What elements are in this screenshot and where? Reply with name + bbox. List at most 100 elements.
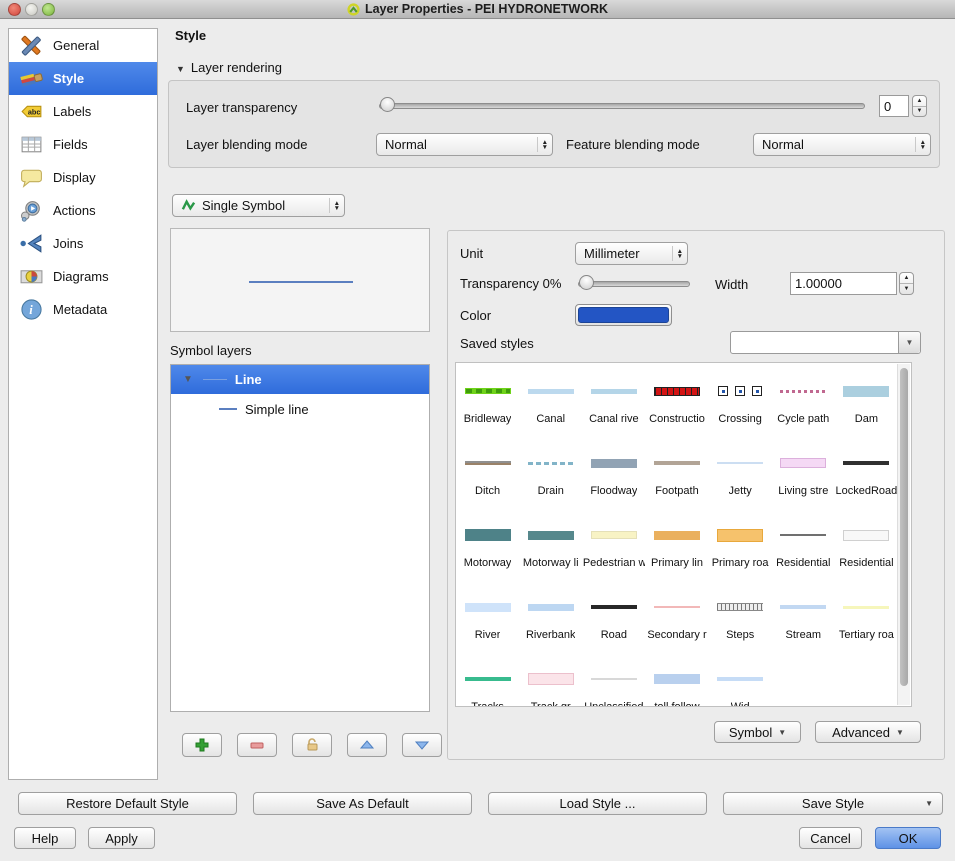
style-library-grid: Bridleway Canal Canal rive Constructio Cross… — [455, 362, 912, 707]
sidebar-item-metadata[interactable]: iMetadata — [9, 293, 157, 326]
style-item[interactable]: Road — [582, 585, 645, 657]
close-window-icon[interactable] — [8, 3, 21, 16]
style-item[interactable]: Motorway — [456, 513, 519, 585]
apply-button[interactable]: Apply — [88, 827, 155, 849]
style-swatch-area — [582, 513, 645, 557]
style-item[interactable]: Primary lin — [645, 513, 708, 585]
style-item[interactable]: Dam — [835, 369, 898, 441]
load-style-button[interactable]: Load Style ... — [488, 792, 707, 815]
unit-select[interactable]: Millimeter ▲▼ — [575, 242, 688, 265]
style-item[interactable]: Stream — [772, 585, 835, 657]
cancel-button[interactable]: Cancel — [799, 827, 862, 849]
symbol-type-select[interactable]: Single Symbol ▲▼ — [172, 194, 345, 217]
style-item[interactable]: River — [456, 585, 519, 657]
style-item[interactable]: Riverbank — [519, 585, 582, 657]
style-item[interactable]: toll follow — [645, 657, 708, 707]
style-item-label: Road — [601, 629, 627, 641]
help-button[interactable]: Help — [14, 827, 76, 849]
layer-transparency-slider-knob[interactable] — [380, 97, 395, 112]
style-item[interactable]: Pedestrian w — [582, 513, 645, 585]
title-bar[interactable]: Layer Properties - PEI HYDRONETWORK — [0, 0, 955, 19]
layer-transparency-stepper[interactable]: ▲ ▼ — [912, 95, 927, 117]
style-item[interactable]: Wid — [709, 657, 772, 707]
lock-symbol-layer-button[interactable] — [292, 733, 332, 757]
style-item[interactable]: Crossing — [709, 369, 772, 441]
style-item[interactable]: Steps — [709, 585, 772, 657]
style-item[interactable]: Secondary r — [645, 585, 708, 657]
style-item[interactable]: Canal — [519, 369, 582, 441]
feature-blending-select[interactable]: Normal ▲▼ — [753, 133, 931, 156]
style-item[interactable]: LockedRoad — [835, 441, 898, 513]
layer-transparency-slider[interactable] — [379, 103, 865, 109]
symbol-menu-button[interactable]: Symbol ▼ — [714, 721, 801, 743]
style-item[interactable]: Motorway li — [519, 513, 582, 585]
symbol-transparency-slider-knob[interactable] — [579, 275, 594, 290]
stepper-down-icon[interactable]: ▼ — [913, 107, 926, 117]
style-item[interactable]: Ditch — [456, 441, 519, 513]
grid-scrollbar-thumb[interactable] — [900, 368, 908, 686]
move-layer-up-button[interactable] — [347, 733, 387, 757]
width-input[interactable]: 1.00000 — [790, 272, 897, 295]
style-item[interactable]: Cycle path — [772, 369, 835, 441]
style-item-label: Constructio — [649, 413, 705, 425]
style-item[interactable]: Jetty — [709, 441, 772, 513]
style-item[interactable]: Floodway — [582, 441, 645, 513]
stepper-up-icon[interactable]: ▲ — [900, 273, 913, 284]
sidebar-item-diagrams[interactable]: Diagrams — [9, 260, 157, 293]
style-item[interactable]: Track gr — [519, 657, 582, 707]
grid-scrollbar[interactable] — [897, 364, 910, 705]
style-item[interactable]: Footpath — [645, 441, 708, 513]
restore-default-style-button[interactable]: Restore Default Style — [18, 792, 237, 815]
color-swatch-button[interactable] — [575, 304, 672, 326]
style-swatch-area — [835, 369, 898, 413]
style-item[interactable]: Residential — [835, 513, 898, 585]
sidebar-item-labels[interactable]: abc Labels — [9, 95, 157, 128]
zoom-window-icon[interactable] — [42, 3, 55, 16]
layer-blending-select[interactable]: Normal ▲▼ — [376, 133, 553, 156]
advanced-menu-button[interactable]: Advanced ▼ — [815, 721, 921, 743]
sidebar-item-joins[interactable]: Joins — [9, 227, 157, 260]
sidebar-item-actions[interactable]: Actions — [9, 194, 157, 227]
saved-styles-select[interactable]: ▼ — [730, 331, 921, 354]
sidebar-item-fields[interactable]: Fields — [9, 128, 157, 161]
stepper-up-icon[interactable]: ▲ — [913, 96, 926, 107]
style-item[interactable]: Canal rive — [582, 369, 645, 441]
style-item[interactable]: Primary roa — [709, 513, 772, 585]
save-as-default-button[interactable]: Save As Default — [253, 792, 472, 815]
style-swatch — [843, 606, 889, 609]
minimize-window-icon[interactable] — [25, 3, 38, 16]
color-swatch-fill — [578, 307, 669, 323]
layer-rendering-toggle[interactable]: ▼Layer rendering — [176, 60, 282, 75]
style-swatch-area — [645, 585, 708, 629]
layer-transparency-value[interactable]: 0 — [879, 95, 909, 117]
style-item[interactable]: Drain — [519, 441, 582, 513]
remove-symbol-layer-button[interactable] — [237, 733, 277, 757]
style-item[interactable]: Bridleway — [456, 369, 519, 441]
ok-button[interactable]: OK — [875, 827, 941, 849]
style-item-label: Canal — [536, 413, 565, 425]
style-item[interactable]: Constructio — [645, 369, 708, 441]
stepper-down-icon[interactable]: ▼ — [900, 284, 913, 294]
style-item[interactable]: Tertiary roa — [835, 585, 898, 657]
diagrams-icon — [18, 264, 44, 290]
move-layer-down-button[interactable] — [402, 733, 442, 757]
style-item[interactable]: Tracks — [456, 657, 519, 707]
width-stepper[interactable]: ▲ ▼ — [899, 272, 914, 295]
sidebar-item-label: Style — [53, 71, 84, 86]
sidebar-item-label: Labels — [53, 104, 91, 119]
style-item[interactable]: Living stre — [772, 441, 835, 513]
sidebar-item-general[interactable]: General — [9, 29, 157, 62]
sidebar-item-style[interactable]: Style — [9, 62, 157, 95]
svg-text:abc: abc — [27, 108, 40, 117]
style-item[interactable]: Unclassified — [582, 657, 645, 707]
symbol-transparency-slider[interactable] — [578, 281, 690, 287]
sidebar-item-display[interactable]: Display — [9, 161, 157, 194]
dropdown-arrow-icon[interactable]: ▼ — [898, 332, 920, 353]
tree-item-simple-line[interactable]: Simple line — [171, 394, 429, 424]
add-symbol-layer-button[interactable] — [182, 733, 222, 757]
style-item-label: Track gr — [531, 701, 571, 707]
save-style-button[interactable]: Save Style ▼ — [723, 792, 943, 815]
chevron-down-icon[interactable]: ▼ — [183, 374, 193, 385]
tree-item-line[interactable]: ▼ Line — [171, 365, 429, 394]
style-item[interactable]: Residential — [772, 513, 835, 585]
